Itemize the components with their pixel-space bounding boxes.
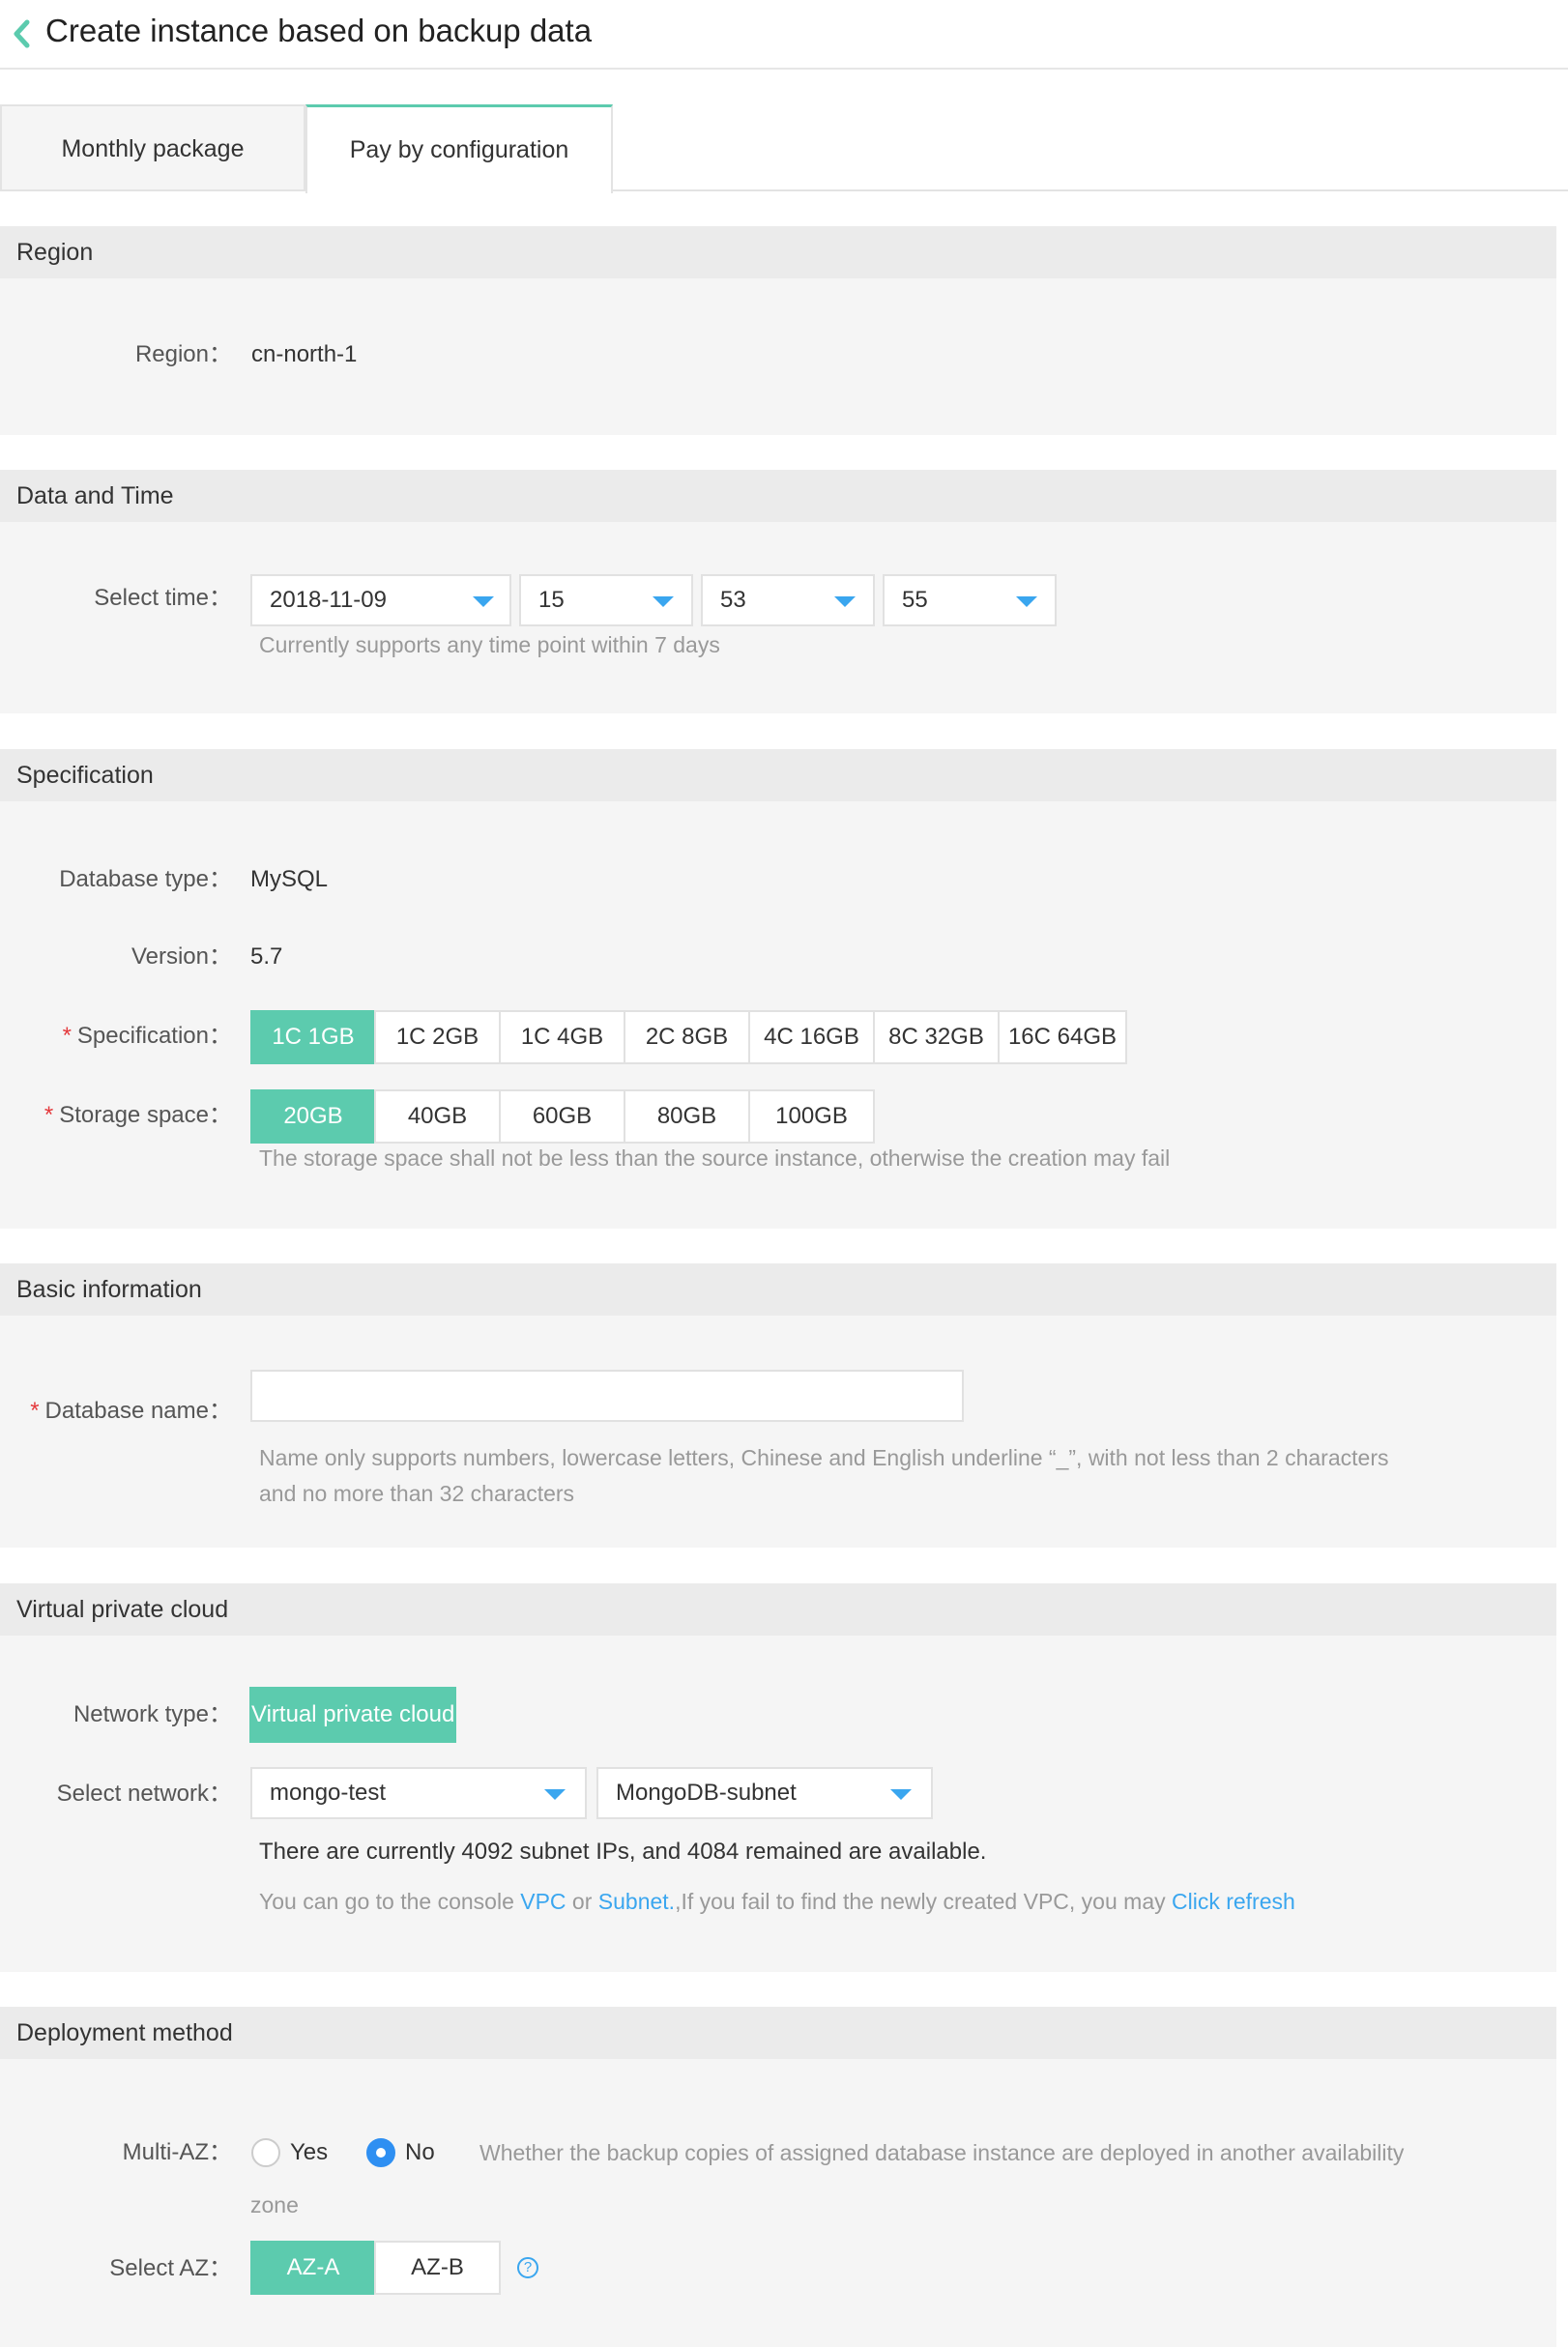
database-type-value: MySQL [250,866,329,892]
required-mark: * [44,1102,54,1128]
required-mark: * [62,1023,72,1049]
database-name-label-text: Database name： [44,1398,232,1424]
console-hint-suffix: ,If you fail to find the newly created V… [675,1889,1172,1914]
version-label: Version： [131,943,232,970]
spec-option-16c-64gb[interactable]: 16C 64GB [998,1010,1127,1064]
specification-label-text: Specification： [76,1023,232,1049]
section-header-region: Region [0,226,1556,278]
tab-monthly-package[interactable]: Monthly package [0,104,305,191]
spec-option-8c-32gb[interactable]: 8C 32GB [873,1010,1000,1064]
second-select[interactable]: 55 [883,574,1057,626]
az-option-b[interactable]: AZ-B [374,2241,501,2295]
spec-option-1c-2gb[interactable]: 1C 2GB [374,1010,501,1064]
date-select-value: 2018-11-09 [270,587,387,613]
spec-option-1c-1gb[interactable]: 1C 1GB [250,1010,376,1064]
time-hint: Currently supports any time point within… [259,632,720,657]
region-label: Region： [134,341,232,367]
az-options: AZ-A AZ-B [250,2241,501,2295]
az-option-a[interactable]: AZ-A [250,2241,376,2295]
section-body-deployment-method: Multi-AZ： Yes No Whether the backup copi… [0,2059,1556,2347]
chevron-down-icon [890,1789,912,1800]
version-value: 5.7 [250,943,283,970]
storage-option-100gb[interactable]: 100GB [748,1089,875,1144]
chevron-down-icon [544,1789,566,1800]
section-header-deployment-method: Deployment method [0,2007,1556,2059]
chevron-down-icon [834,596,856,607]
vpc-link[interactable]: VPC [520,1889,566,1914]
section-body-datetime: Select time： 2018-11-09 15 53 55 Current… [0,522,1556,713]
vpc-select[interactable]: mongo-test [250,1767,587,1819]
storage-hint: The storage space shall not be less than… [259,1145,1171,1171]
chevron-down-icon [653,596,674,607]
subnet-select[interactable]: MongoDB-subnet [596,1767,933,1819]
database-type-label: Database type： [59,866,232,892]
network-type-label: Network type： [73,1701,232,1727]
minute-select-value: 53 [720,587,746,613]
storage-option-80gb[interactable]: 80GB [624,1089,750,1144]
storage-option-60gb[interactable]: 60GB [499,1089,625,1144]
tab-pay-by-configuration[interactable]: Pay by configuration [305,104,613,193]
console-hint-prefix: You can go to the console [259,1889,521,1914]
subnet-ip-info: There are currently 4092 subnet IPs, and… [259,1839,987,1865]
hour-select-value: 15 [538,587,565,613]
vpc-select-value: mongo-test [270,1780,387,1806]
storage-space-label: * Storage space： [0,1099,232,1132]
subnet-link[interactable]: Subnet. [598,1889,675,1914]
section-header-specification: Specification [0,749,1556,801]
spec-option-1c-4gb[interactable]: 1C 4GB [499,1010,625,1064]
select-time-label: Select time： [94,585,232,611]
refresh-link[interactable]: Click refresh [1172,1889,1295,1914]
page-title: Create instance based on backup data [45,13,593,48]
section-body-specification: Database type： MySQL Version： 5.7 * Speci… [0,801,1556,1229]
storage-options: 20GB 40GB 60GB 80GB 100GB [250,1089,875,1144]
multi-az-no-radio[interactable] [366,2138,395,2167]
multi-az-label: Multi-AZ： [122,2139,232,2165]
date-select[interactable]: 2018-11-09 [250,574,511,626]
help-icon[interactable]: ? [517,2257,538,2278]
multi-az-hint-line-2: zone [250,2192,299,2217]
database-name-hint-line-2: and no more than 32 characters [259,1481,575,1506]
specification-options: 1C 1GB 1C 2GB 1C 4GB 2C 8GB 4C 16GB 8C 3… [250,1010,1127,1064]
required-mark: * [30,1398,40,1424]
spec-option-2c-8gb[interactable]: 2C 8GB [624,1010,750,1064]
database-name-hint-line-1: Name only supports numbers, lowercase le… [259,1445,1389,1470]
section-body-region: Region： cn-north-1 [0,278,1556,435]
section-header-datetime: Data and Time [0,470,1556,522]
storage-option-20gb[interactable]: 20GB [250,1089,376,1144]
database-name-label: * Database name： [0,1395,232,1428]
section-body-basic-information: * Database name： Name only supports numbe… [0,1316,1556,1548]
network-type-badge[interactable]: Virtual private cloud [249,1687,457,1743]
storage-space-label-text: Storage space： [59,1102,232,1128]
page-header: Create instance based on backup data [0,0,1568,70]
second-select-value: 55 [902,587,928,613]
chevron-down-icon [1016,596,1037,607]
multi-az-hint-line-1: Whether the backup copies of assigned da… [479,2140,1405,2165]
multi-az-yes-label: Yes [290,2139,329,2165]
section-header-basic-information: Basic information [0,1263,1556,1316]
storage-option-40gb[interactable]: 40GB [374,1089,501,1144]
console-hint: You can go to the console VPC or Subnet.… [259,1885,1295,1918]
section-body-vpc: Network type： Virtual private cloud Sele… [0,1636,1556,1972]
specification-label: * Specification： [0,1020,232,1053]
spec-option-4c-16gb[interactable]: 4C 16GB [748,1010,875,1064]
console-hint-or: or [566,1889,598,1914]
subnet-select-value: MongoDB-subnet [616,1780,797,1806]
database-name-input[interactable] [250,1370,964,1422]
region-value: cn-north-1 [251,341,358,367]
section-header-vpc: Virtual private cloud [0,1583,1556,1636]
minute-select[interactable]: 53 [701,574,875,626]
multi-az-yes-radio[interactable] [251,2138,280,2167]
chevron-down-icon [473,596,494,607]
chevron-left-icon[interactable] [10,16,33,51]
select-az-label: Select AZ： [109,2255,232,2281]
hour-select[interactable]: 15 [519,574,693,626]
select-network-label: Select network： [56,1781,232,1807]
multi-az-no-label: No [405,2139,435,2165]
